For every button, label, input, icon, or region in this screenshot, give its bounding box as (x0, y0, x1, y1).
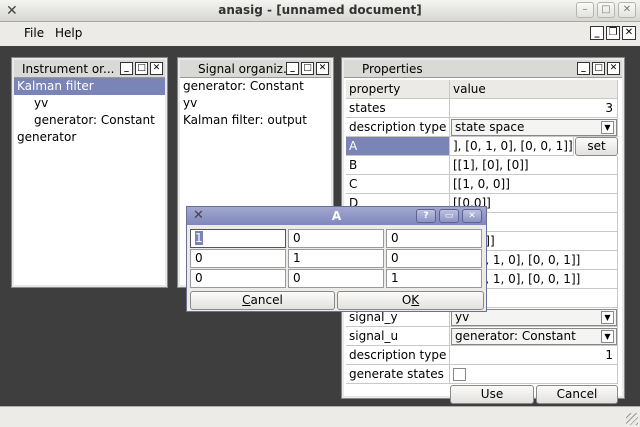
mdi-close-icon[interactable]: ✕ (622, 26, 636, 40)
property-value[interactable]: ], [0, 1, 0], [0, 0, 1]] (450, 137, 574, 156)
signal-item-generator-constant[interactable]: generator: Constant (180, 78, 331, 95)
table-row: description type state space ▼ (346, 118, 618, 137)
matrix-cell-2-0[interactable]: 0 (190, 269, 286, 288)
tree-item-generator-constant[interactable]: generator: Constant (14, 112, 165, 129)
minimize-icon[interactable]: _ (120, 62, 133, 75)
set-button[interactable]: set (575, 137, 618, 156)
property-value[interactable]: [[1, 0, 0]] (450, 175, 618, 194)
table-row: states 3 (346, 99, 618, 118)
instrument-organizer-window: Instrument or... _ □ ✕ Kalman filter yv … (11, 57, 168, 288)
matrix-cell-2-2[interactable]: 1 (386, 269, 482, 288)
property-value[interactable]: 3 (450, 99, 618, 118)
window-close-button[interactable]: ✕ (618, 2, 636, 18)
minimize-icon[interactable]: _ (577, 62, 590, 75)
table-header-row: property value (346, 80, 618, 99)
mdi-minimize-icon[interactable]: _ (590, 26, 604, 40)
dialog-titlebar: ✕ A ? ▭ ✕ (187, 207, 486, 225)
combo-value: state space (455, 120, 525, 134)
chevron-down-icon[interactable]: ▼ (601, 121, 614, 134)
close-icon[interactable]: ✕ (462, 209, 482, 223)
properties-title: Properties (362, 62, 423, 76)
ok-label-first: O (401, 293, 412, 307)
window-title: anasig - [unnamed document] (218, 3, 422, 17)
combo-value: generator: Constant (455, 329, 576, 343)
mdi-restore-icon[interactable]: ❐ (606, 26, 620, 40)
matrix-cell-2-1[interactable]: 0 (288, 269, 384, 288)
matrix-cell-1-0[interactable]: 0 (190, 249, 286, 268)
maximize-icon[interactable]: □ (135, 62, 148, 75)
cancel-button[interactable]: Cancel (536, 385, 618, 404)
dialog-cancel-button[interactable]: Cancel (190, 291, 335, 310)
close-icon[interactable]: ✕ (150, 62, 163, 75)
matrix-cell-0-0[interactable]: 1 (190, 229, 286, 248)
cancel-mnemonic: C (242, 293, 251, 307)
ok-mnemonic: K (411, 293, 420, 307)
matrix-cell-1-1[interactable]: 1 (288, 249, 384, 268)
property-key: C (346, 175, 450, 194)
maximize-icon[interactable]: □ (301, 62, 314, 75)
generate-states-checkbox[interactable] (453, 368, 466, 381)
window-maximize-button[interactable]: □ (597, 2, 615, 18)
maximize-icon[interactable]: □ (592, 62, 605, 75)
property-key: signal_u (346, 327, 450, 346)
property-value[interactable]: [[1], [0], [0]] (450, 156, 618, 175)
menu-help[interactable]: Help (55, 26, 82, 40)
signal-organizer-title: Signal organiz... (198, 62, 295, 76)
table-row: C [[1, 0, 0]] (346, 175, 618, 194)
property-key: description type (346, 346, 450, 365)
close-icon[interactable]: ✕ (607, 62, 620, 75)
property-key: generate states (346, 365, 450, 384)
signal-item-kalman-output[interactable]: Kalman filter: output (180, 112, 331, 129)
table-row: generate states (346, 365, 618, 384)
table-row: description type 1 (346, 346, 618, 365)
resize-grip-icon[interactable] (626, 413, 638, 425)
window-titlebar: ✕ anasig - [unnamed document] – □ ✕ (0, 0, 640, 22)
matrix-dialog: ✕ A ? ▭ ✕ 1 0 0 0 1 0 0 0 1 Cancel OK (186, 206, 487, 312)
help-button[interactable]: ? (416, 209, 436, 223)
use-button[interactable]: Use (450, 385, 534, 404)
table-row: signal_u generator: Constant ▼ (346, 327, 618, 346)
property-key: description type (346, 118, 450, 137)
window-minimize-button[interactable]: – (576, 2, 594, 18)
menubar: File Help _ ❐ ✕ (0, 22, 640, 46)
matrix-cell-0-1[interactable]: 0 (288, 229, 384, 248)
tree-item-generator[interactable]: generator (14, 129, 165, 146)
table-row: A ], [0, 1, 0], [0, 0, 1]] set (346, 137, 618, 156)
property-key: A (346, 137, 450, 156)
column-header-value[interactable]: value (450, 80, 618, 99)
property-key: B (346, 156, 450, 175)
instrument-organizer-title: Instrument or... (22, 62, 115, 76)
maximize-icon[interactable]: ▭ (439, 209, 459, 223)
button-row: Use Cancel (346, 384, 618, 404)
signal-u-select[interactable]: generator: Constant ▼ (451, 328, 617, 345)
property-value-cell (450, 365, 618, 384)
column-header-property[interactable]: property (346, 80, 450, 99)
statusbar (0, 406, 640, 427)
matrix-cell-0-2[interactable]: 0 (386, 229, 482, 248)
chevron-down-icon[interactable]: ▼ (601, 311, 614, 324)
combo-value: yv (455, 310, 470, 324)
menu-file[interactable]: File (24, 26, 44, 40)
tree-item-kalman-filter[interactable]: Kalman filter (14, 78, 165, 95)
close-icon[interactable]: ✕ (316, 62, 329, 75)
matrix-cell-text: 1 (195, 231, 203, 245)
dialog-ok-button[interactable]: OK (337, 291, 484, 310)
matrix-cell-1-2[interactable]: 0 (386, 249, 482, 268)
description-type-select[interactable]: state space ▼ (451, 119, 617, 136)
property-value[interactable]: 1 (450, 346, 618, 365)
chevron-down-icon[interactable]: ▼ (601, 330, 614, 343)
tree-item-yv[interactable]: yv (14, 95, 165, 112)
minimize-icon[interactable]: _ (286, 62, 299, 75)
property-key: states (346, 99, 450, 118)
cancel-label-rest: ancel (250, 293, 283, 307)
table-row: B [[1], [0], [0]] (346, 156, 618, 175)
signal-item-yv[interactable]: yv (180, 95, 331, 112)
